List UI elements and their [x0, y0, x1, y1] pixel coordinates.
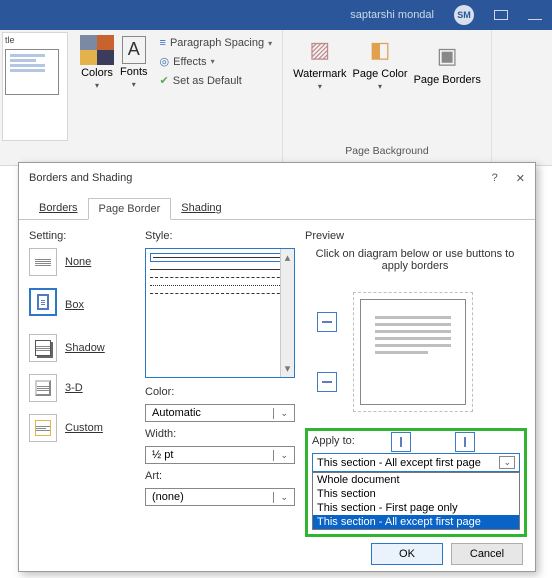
page-background-group: ▨Watermark▾ ◧Page Color▾ ▣Page Borders P…	[283, 30, 492, 165]
toggle-top-border[interactable]	[317, 312, 337, 332]
page-borders-button[interactable]: ▣Page Borders	[414, 40, 481, 86]
set-as-default-button[interactable]: ✔Set as Default	[160, 74, 273, 87]
dialog-tabs: Borders Page Border Shading	[19, 197, 535, 220]
page-color-button[interactable]: ◧Page Color▾	[353, 34, 408, 91]
style-listbox[interactable]: ▴▾	[145, 248, 295, 378]
user-name: saptarshi mondal	[350, 9, 434, 21]
scrollbar[interactable]: ▴▾	[280, 249, 294, 377]
help-icon[interactable]: ?	[492, 172, 498, 185]
preview-diagram[interactable]	[353, 292, 473, 412]
paragraph-spacing-button[interactable]: ≡Paragraph Spacing▾	[160, 37, 273, 49]
minimize-icon[interactable]	[528, 19, 542, 20]
setting-shadow[interactable]: Shadow	[29, 334, 135, 362]
effects-button[interactable]: ◎Effects▾	[160, 55, 273, 68]
style-column: Style: ▴▾ Color: Automatic⌄ Width: ½ pt⌄…	[145, 230, 295, 512]
fonts-button[interactable]: A Fonts▾	[120, 36, 148, 89]
colors-button[interactable]: Colors▾	[80, 35, 114, 90]
setting-none[interactable]: None	[29, 248, 135, 276]
apply-option-selected[interactable]: This section - All except first page	[313, 515, 519, 529]
ok-button[interactable]: OK	[371, 543, 443, 565]
setting-box[interactable]: Box	[29, 288, 135, 322]
themes-gallery[interactable]: tle	[2, 32, 68, 141]
document-formatting-group: Colors▾ A Fonts▾ ≡Paragraph Spacing▾ ◎Ef…	[70, 30, 283, 165]
ribbon-display-icon[interactable]	[494, 10, 508, 20]
width-select[interactable]: ½ pt⌄	[145, 446, 295, 464]
watermark-button[interactable]: ▨Watermark▾	[293, 34, 346, 91]
tab-borders[interactable]: Borders	[29, 198, 88, 220]
close-icon[interactable]: ✕	[516, 172, 525, 185]
apply-to-section: Apply to: This section - All except firs…	[305, 428, 527, 537]
app-titlebar: saptarshi mondal SM	[0, 0, 552, 30]
setting-column: Setting: None Box Shadow 3-D Custom	[29, 230, 135, 512]
tab-page-border[interactable]: Page Border	[88, 198, 172, 220]
ribbon: tle Colors▾ A Fonts▾ ≡Paragraph Spacing▾…	[0, 30, 552, 166]
apply-option[interactable]: This section	[313, 487, 519, 501]
apply-option[interactable]: This section - First page only	[313, 501, 519, 515]
apply-option[interactable]: Whole document	[313, 473, 519, 487]
color-select[interactable]: Automatic⌄	[145, 404, 295, 422]
dialog-title: Borders and Shading	[29, 172, 132, 184]
setting-3d[interactable]: 3-D	[29, 374, 135, 402]
apply-to-combo[interactable]: This section - All except first page⌄	[312, 453, 520, 472]
toggle-bottom-border[interactable]	[317, 372, 337, 392]
borders-and-shading-dialog: Borders and Shading ? ✕ Borders Page Bord…	[18, 162, 536, 572]
user-avatar[interactable]: SM	[454, 5, 474, 25]
tab-shading[interactable]: Shading	[171, 198, 231, 220]
setting-custom[interactable]: Custom	[29, 414, 135, 442]
apply-to-dropdown-list[interactable]: Whole document This section This section…	[312, 472, 520, 530]
cancel-button[interactable]: Cancel	[451, 543, 523, 565]
dialog-titlebar: Borders and Shading ? ✕	[19, 163, 535, 193]
art-select[interactable]: (none)⌄	[145, 488, 295, 506]
